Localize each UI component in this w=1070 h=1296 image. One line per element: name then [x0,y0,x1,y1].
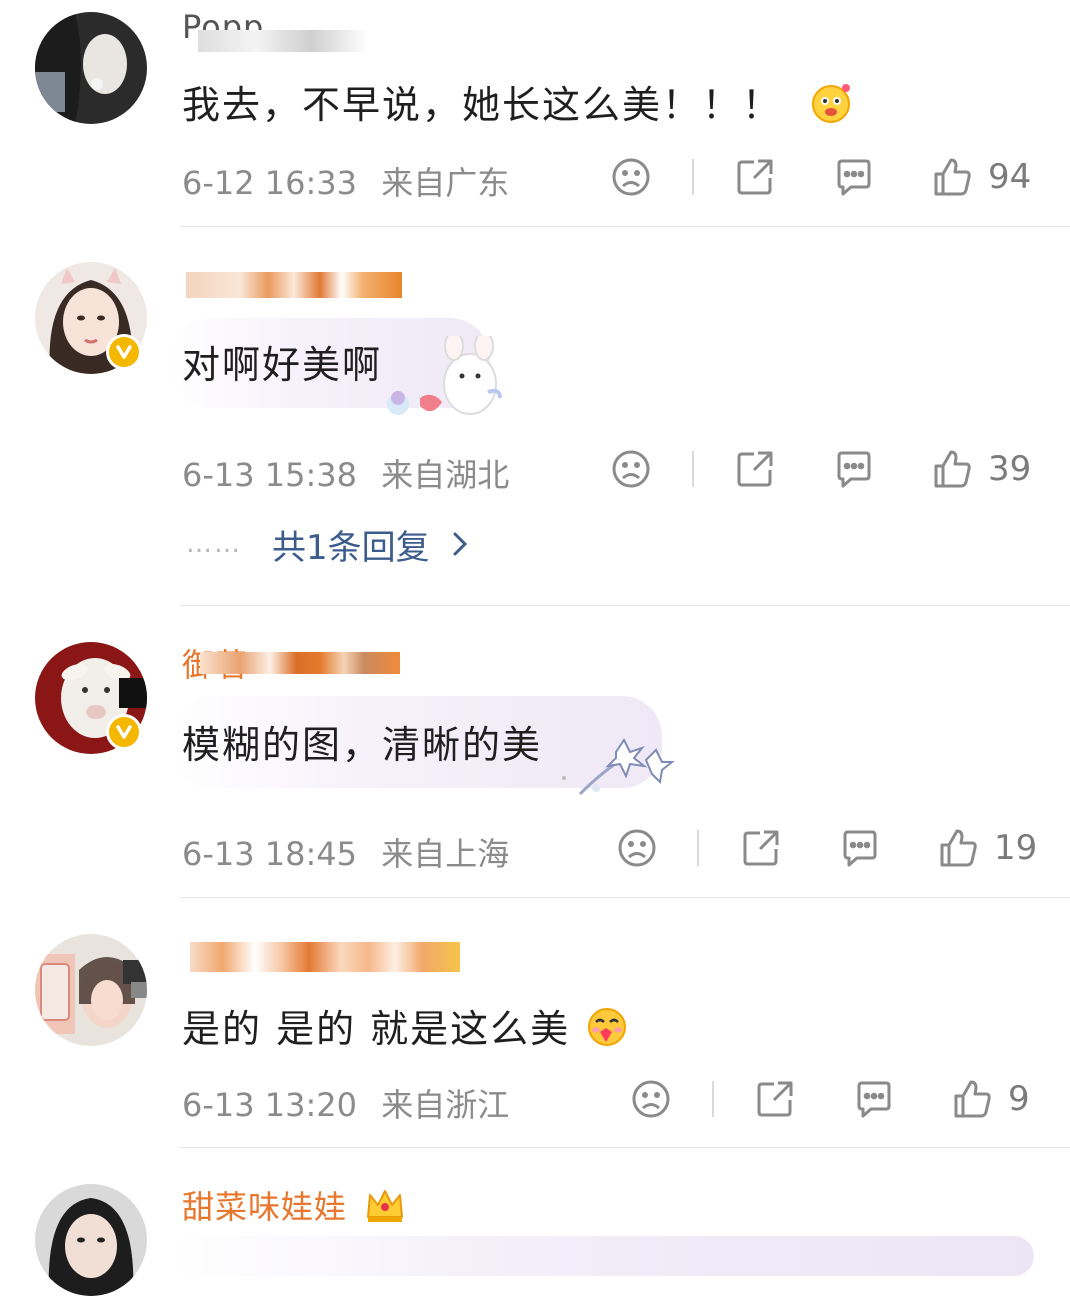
comment-button[interactable] [833,152,875,202]
comment-icon [857,1081,891,1118]
flower-sticker [556,738,680,804]
like-button[interactable]: 9 [952,1074,1030,1124]
thumbs-up-icon [934,158,971,196]
like-button[interactable]: 94 [932,152,1031,202]
comment-text: 我去，不早说，她长这么美！！！ [182,74,852,133]
blurred-username [200,652,400,674]
action-bar: 19 [0,823,1070,873]
comment-divider [180,226,1070,227]
like-button[interactable]: 19 [938,823,1037,873]
reply-dots: …… [186,529,242,559]
comment-divider [590,897,1070,898]
comment-divider [180,1147,1070,1148]
share-icon [757,1081,793,1117]
action-bar: 94 [0,152,1070,202]
avatar-image [35,12,147,124]
action-bar: 9 [0,1074,1070,1124]
share-icon [737,159,773,195]
divider-line [692,451,694,487]
divider-line [712,1081,714,1117]
sad-face-icon [612,450,650,488]
blurred-username [190,942,460,972]
share-button[interactable] [740,823,782,873]
like-count: 39 [988,449,1032,489]
comment-button[interactable] [839,823,881,873]
heart-eyes-face-emoji [586,1006,628,1057]
comment-icon [843,830,877,867]
comment-text: 模糊的图，清晰的美 [182,723,543,767]
like-count: 19 [994,828,1038,868]
avatar-image [35,934,147,1046]
share-button[interactable] [754,1074,796,1124]
divider-line [697,830,699,866]
dislike-button[interactable] [630,1074,672,1124]
dislike-button[interactable] [610,444,652,494]
comment-text: 对啊好美啊 [182,343,383,387]
dislike-button[interactable] [610,152,652,202]
verified-badge [106,334,142,370]
share-icon [743,830,779,866]
like-count: 9 [1008,1079,1030,1119]
divider-line [692,159,694,195]
sad-face-icon [612,158,650,196]
comment-icon [837,159,871,196]
comment-button[interactable] [833,444,875,494]
action-bar: 39 [0,444,1070,494]
comment-bubble-background [170,1236,1034,1276]
comment-button[interactable] [853,1074,895,1124]
sad-face-icon [632,1080,670,1118]
chevron-right-icon [453,532,467,556]
share-icon [737,451,773,487]
comment-divider [180,605,1070,606]
dislike-button[interactable] [616,823,658,873]
share-button[interactable] [734,152,776,202]
comment-text: 是的 是的 就是这么美 [182,998,628,1057]
share-button[interactable] [734,444,776,494]
avatar-image [35,1184,147,1296]
bunny-sticker [384,331,508,424]
like-count: 94 [988,157,1032,197]
blurred-username [186,272,402,298]
comment-divider [180,897,590,898]
avatar[interactable] [35,12,147,124]
view-replies-link[interactable]: …… 共1条回复 [186,522,468,568]
verified-badge [106,714,142,750]
comment-icon [837,451,871,488]
avatar[interactable] [35,1184,147,1296]
laughing-face-emoji [810,82,852,133]
thumbs-up-icon [934,450,971,488]
sad-face-icon [618,829,656,867]
blurred-username [198,30,368,52]
thumbs-up-icon [954,1080,991,1118]
avatar[interactable] [35,934,147,1046]
thumbs-up-icon [940,829,977,867]
like-button[interactable]: 39 [932,444,1031,494]
reply-count-label: 共1条回复 [272,527,430,568]
crown-icon [364,1185,406,1233]
username[interactable]: 甜菜味娃娃 [182,1182,406,1233]
